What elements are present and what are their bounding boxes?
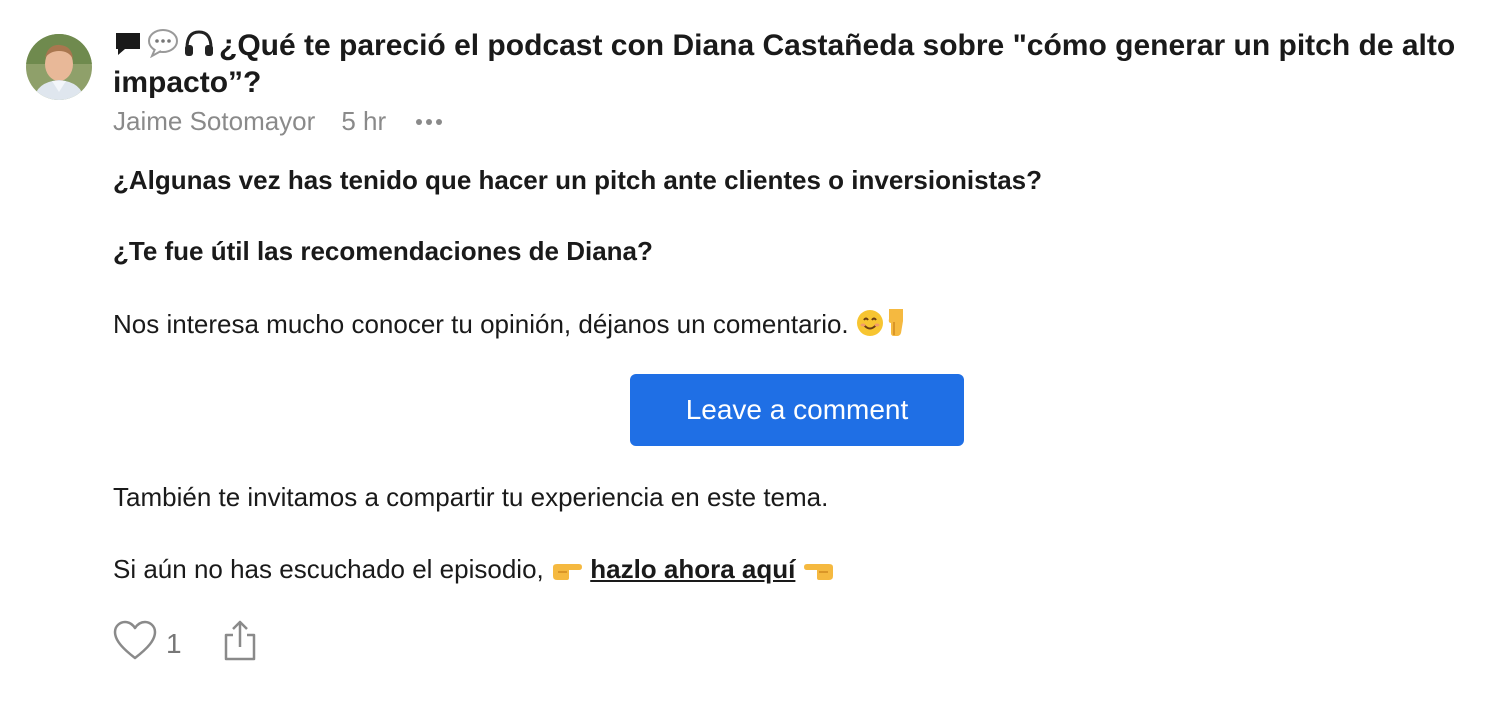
like-button[interactable]: 1 [112,618,182,669]
post-actions: 1 [112,618,258,669]
pointing-down-icon [884,307,908,344]
post-title[interactable]: ¿Qué te pareció el podcast con Diana Cas… [113,28,1463,100]
share-button[interactable] [222,619,258,668]
listen-prefix-text: Si aún no has escuchado el episodio, [113,554,544,584]
speech-bubble-white-icon [147,28,179,66]
question-one: ¿Algunas vez has tenido que hacer un pit… [113,165,1042,195]
author-avatar[interactable] [26,34,92,100]
like-count: 1 [166,627,182,659]
listen-episode-link[interactable]: hazlo ahora aquí [590,554,795,584]
post-time[interactable]: 5 hr [341,106,386,137]
post-meta: Jaime Sotomayor 5 hr [113,106,443,137]
heart-icon [112,618,158,669]
share-icon [222,620,258,667]
listen-paragraph: Si aún no has escuchado el episodio, haz… [113,553,835,589]
leave-comment-button[interactable]: Leave a comment [630,374,964,446]
post-header: ¿Qué te pareció el podcast con Diana Cas… [113,28,1463,100]
pointing-left-icon [803,557,835,589]
pointing-right-icon [551,557,583,589]
speech-bubble-black-icon [113,28,143,66]
more-options-icon[interactable] [416,118,443,125]
invite-comment-paragraph: Nos interesa mucho conocer tu opinión, d… [113,307,908,344]
invite-comment-text: Nos interesa mucho conocer tu opinión, d… [113,309,849,339]
author-name[interactable]: Jaime Sotomayor [113,106,315,137]
post-title-text: ¿Qué te pareció el podcast con Diana Cas… [113,29,1456,99]
smiling-face-icon [856,309,884,344]
share-experience-text: También te invitamos a compartir tu expe… [113,482,829,512]
question-two: ¿Te fue útil las recomendaciones de Dian… [113,236,653,266]
headphones-icon [183,28,215,66]
